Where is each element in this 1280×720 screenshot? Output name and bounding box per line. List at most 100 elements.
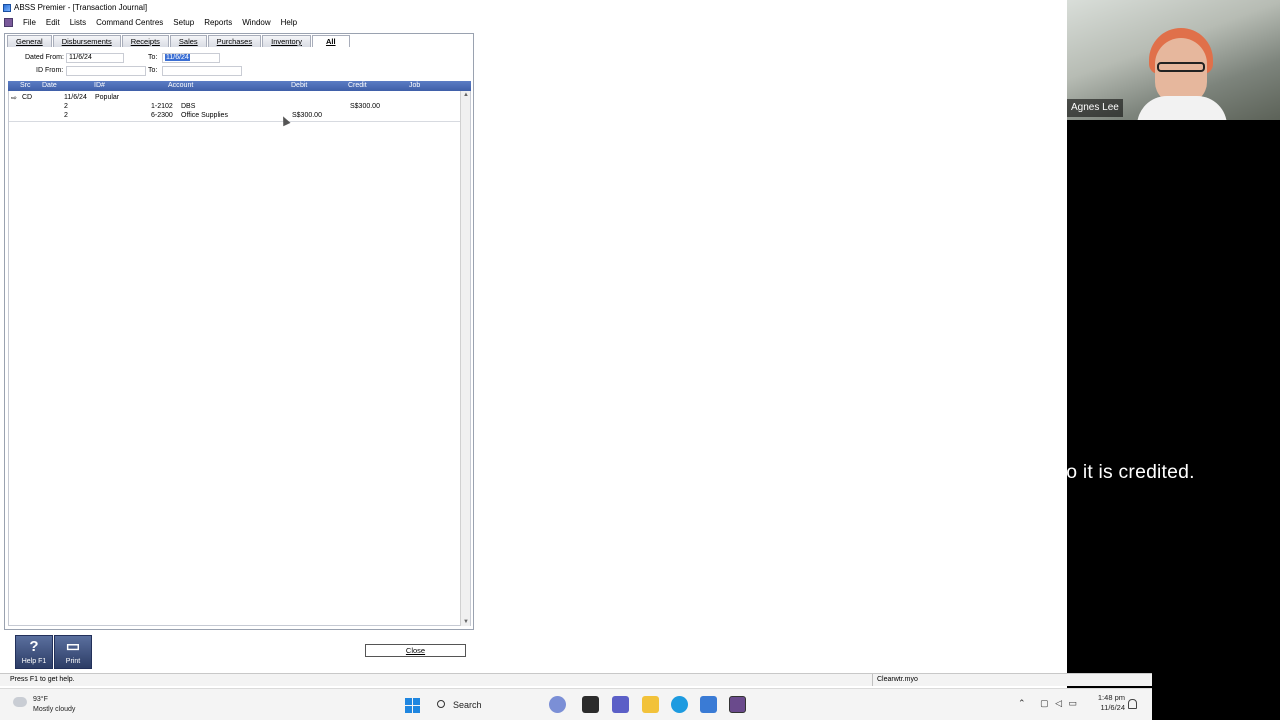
row-divider — [9, 121, 461, 122]
col-account[interactable]: Account — [168, 82, 193, 89]
dated-from-label: Dated From: — [25, 54, 64, 61]
taskbar-clock[interactable]: 1:48 pm 11/6/24 — [1092, 693, 1125, 713]
scroll-up-icon[interactable]: ▲ — [463, 92, 469, 98]
scroll-down-icon[interactable]: ▼ — [463, 619, 469, 625]
cloud-icon — [13, 697, 27, 707]
tab-inventory[interactable]: Inventory — [262, 35, 311, 47]
participant-video[interactable]: Agnes Lee — [1067, 0, 1280, 120]
weather-desc: Mostly cloudy — [33, 706, 76, 713]
note-line — [482, 384, 1277, 409]
notification-bell-icon[interactable] — [1128, 699, 1137, 709]
col-id[interactable]: ID# — [94, 82, 105, 89]
journal-button-bar: ? Help F1 ▭ Print Close — [0, 633, 470, 671]
menu-reports[interactable]: Reports — [199, 18, 237, 27]
document-menu-icon[interactable] — [4, 17, 13, 27]
help-button[interactable]: ? Help F1 — [15, 635, 53, 669]
windows-start-icon[interactable] — [405, 698, 420, 713]
journal-tabs: General Disbursements Receipts Sales Pur… — [7, 35, 350, 47]
note-line: Why Debit Office Supplies? — [482, 308, 723, 331]
help-button-label: Help F1 — [21, 658, 47, 665]
search-placeholder: Search — [453, 700, 482, 710]
clock-date: 11/6/24 — [1100, 703, 1125, 712]
file-explorer-icon[interactable] — [642, 696, 659, 713]
entry-memo: Popular — [95, 94, 120, 101]
menu-file[interactable]: File — [18, 18, 41, 27]
id-to-label: To: — [148, 67, 158, 74]
tab-sales[interactable]: Sales — [169, 35, 207, 47]
teams-icon[interactable] — [612, 696, 629, 713]
line1-account: DBS — [181, 103, 196, 110]
tab-disbursements[interactable]: Disbursements — [52, 35, 121, 47]
line1-account-no: 1-2102 — [151, 103, 173, 110]
entry-date: 11/6/24 — [64, 94, 87, 101]
note-line — [482, 283, 1277, 308]
col-job[interactable]: Job — [409, 82, 420, 89]
abss-taskbar-icon[interactable] — [729, 696, 746, 713]
transaction-journal-window: General Disbursements Receipts Sales Pur… — [4, 33, 474, 630]
network-icon[interactable]: ▢ — [1040, 698, 1049, 708]
note-line: Debits increase expenses. — [482, 334, 715, 357]
title-bar: ABSS Premier - [Transaction Journal] — [0, 0, 1067, 15]
taskbar: 93°F Mostly cloudy Search ⌃ ▢ ◁ ▭ 1:48 p… — [0, 688, 1152, 720]
dated-to-label: To: — [148, 54, 158, 61]
battery-icon[interactable]: ▭ — [1069, 698, 1078, 708]
copilot-icon[interactable] — [549, 696, 566, 713]
task-view-icon[interactable] — [582, 696, 599, 713]
taskbar-search[interactable]: Search — [430, 695, 560, 715]
journal-grid: ⇨ CD 11/6/24 Popular 2 1-2102 DBS S$300.… — [8, 91, 471, 626]
menu-help[interactable]: Help — [276, 18, 302, 27]
menu-bar: File Edit Lists Command Centres Setup Re… — [0, 15, 1067, 29]
close-button[interactable]: Close — [365, 644, 466, 657]
menu-setup[interactable]: Setup — [168, 18, 199, 27]
print-button[interactable]: ▭ Print — [54, 635, 92, 669]
line1-credit: S$300.00 — [350, 103, 380, 110]
line2-id: 2 — [64, 112, 68, 119]
menu-edit[interactable]: Edit — [41, 18, 65, 27]
col-debit[interactable]: Debit — [291, 82, 307, 89]
volume-icon[interactable]: ◁ — [1055, 698, 1062, 708]
dated-to-input[interactable]: 11/6/24 — [162, 53, 220, 63]
system-tray[interactable]: ⌃ ▢ ◁ ▭ — [1018, 698, 1077, 709]
status-bar: Press F1 to get help. Clearwtr.myo — [0, 673, 1152, 686]
tab-purchases[interactable]: Purchases — [207, 35, 262, 47]
note-line: Using bank funds to pay for supplies red… — [482, 460, 1195, 483]
tab-receipts[interactable]: Receipts — [121, 35, 169, 47]
journal-filters: Dated From: 11/6/24 To: 11/6/24 ID From:… — [7, 50, 471, 78]
settings-app-icon[interactable] — [700, 696, 717, 713]
line2-account: Office Supplies — [181, 112, 228, 119]
dated-to-selected-text: 11/6/24 — [165, 54, 190, 61]
search-icon — [437, 700, 445, 708]
col-credit[interactable]: Credit — [348, 82, 367, 89]
note-line: Why Credit Bank? — [482, 410, 642, 433]
note-line: Dr Office Supplies — [482, 233, 642, 255]
col-date[interactable]: Date — [42, 82, 57, 89]
id-from-input[interactable] — [66, 66, 146, 76]
col-src[interactable]: Src — [20, 82, 31, 89]
printer-icon: ▭ — [65, 638, 81, 655]
line1-id: 2 — [64, 103, 68, 110]
tab-all[interactable]: All — [311, 35, 350, 47]
participant-glasses — [1157, 62, 1205, 72]
id-to-input[interactable] — [162, 66, 242, 76]
chevron-up-icon[interactable]: ⌃ — [1018, 698, 1026, 708]
menu-window[interactable]: Window — [237, 18, 275, 27]
print-button-label: Print — [65, 658, 81, 665]
line2-debit: S$300.00 — [292, 112, 322, 119]
edge-icon[interactable] — [671, 696, 688, 713]
tab-general[interactable]: General — [7, 35, 52, 47]
status-divider — [872, 674, 873, 686]
status-file: Clearwtr.myo — [877, 676, 918, 683]
dated-from-input[interactable]: 11/6/24 — [66, 53, 124, 63]
weather-temp: 93°F — [33, 696, 48, 703]
zoom-arrow-icon[interactable]: ⇨ — [11, 94, 17, 102]
menu-command-centres[interactable]: Command Centres — [91, 18, 168, 27]
note-line: Cr Bank — [482, 258, 554, 281]
journal-grid-header: Src Date ID# Account Debit Credit Job — [8, 81, 471, 91]
participant-name-tag: Agnes Lee — [1067, 99, 1123, 117]
line2-account-no: 6-2300 — [151, 112, 173, 119]
accounting-notes: Dr Office Supplies Cr Bank Why Debit Off… — [482, 232, 1277, 485]
menu-lists[interactable]: Lists — [65, 18, 91, 27]
grid-scrollbar[interactable]: ▲ ▼ — [460, 91, 470, 626]
id-from-label: ID From: — [36, 67, 64, 74]
abss-app-icon — [3, 3, 11, 12]
